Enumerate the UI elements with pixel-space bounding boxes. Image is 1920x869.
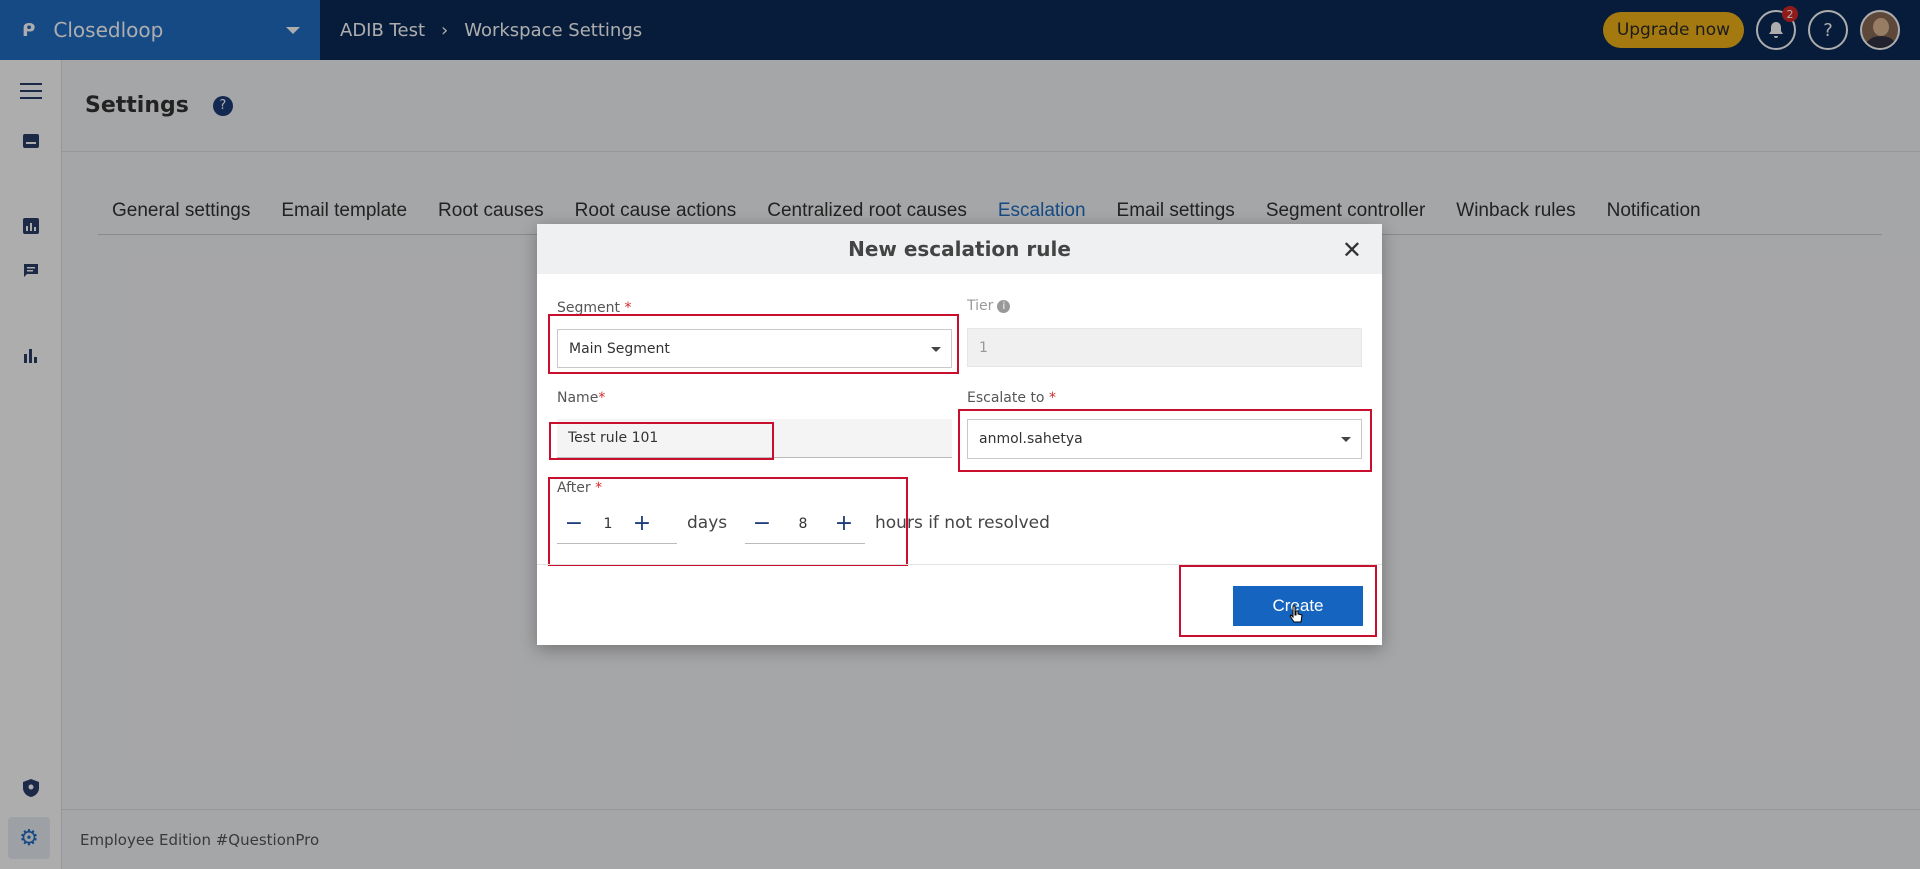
info-icon[interactable]: i [997, 299, 1011, 313]
highlight-create [1179, 565, 1377, 637]
tier-value: 1 [979, 339, 988, 356]
escalate-label: Escalate to * [967, 390, 1056, 406]
highlight-after [548, 477, 908, 566]
tier-input: 1 [967, 328, 1362, 367]
highlight-segment [548, 314, 959, 374]
tier-label: Tier i [967, 298, 1011, 314]
name-label: Name* [557, 390, 606, 406]
highlight-escalate [958, 409, 1372, 472]
pointer-cursor-icon [1289, 605, 1303, 623]
new-escalation-rule-dialog: New escalation rule ✕ Segment * Main Seg… [537, 224, 1382, 645]
close-icon[interactable]: ✕ [1342, 236, 1362, 264]
modal-title: New escalation rule [848, 237, 1071, 261]
highlight-name [549, 422, 774, 460]
modal-header: New escalation rule ✕ [537, 224, 1382, 274]
